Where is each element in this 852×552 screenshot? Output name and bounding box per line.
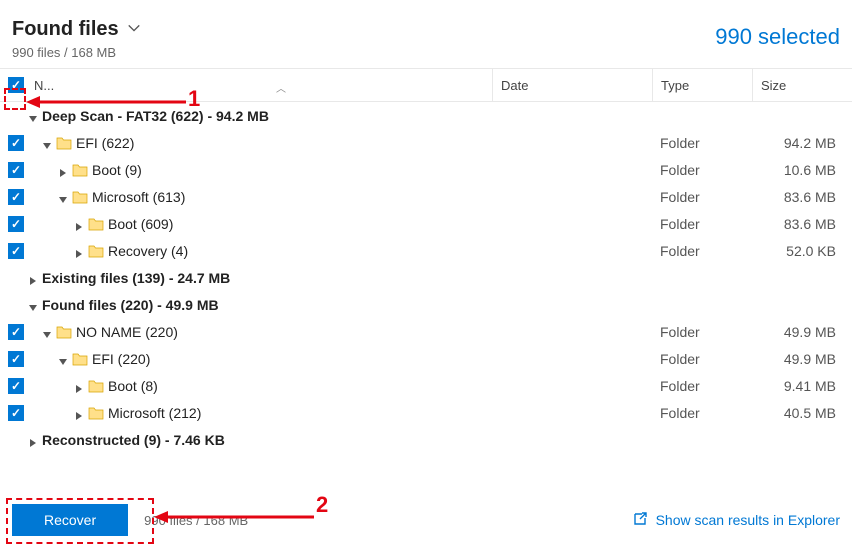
table-row[interactable]: EFI (220) Folder49.9 MB [0, 345, 852, 372]
table-row[interactable]: NO NAME (220) Folder49.9 MB [0, 318, 852, 345]
row-size: 9.41 MB [752, 372, 852, 399]
row-type: Folder [652, 183, 752, 210]
folder-icon [72, 190, 88, 204]
recover-button[interactable]: Recover [12, 504, 128, 536]
row-size: 49.9 MB [752, 318, 852, 345]
group-label: Deep Scan - FAT32 (622) - 94.2 MB [42, 108, 269, 124]
triangle-right-icon[interactable] [28, 435, 38, 445]
title-dropdown[interactable]: Found files [12, 18, 141, 41]
row-name: Boot (9) [92, 162, 142, 178]
folder-icon [56, 136, 72, 150]
table-row[interactable]: Boot (8) Folder9.41 MB [0, 372, 852, 399]
row-size: 83.6 MB [752, 183, 852, 210]
folder-icon [72, 163, 88, 177]
table-row[interactable]: Boot (9) Folder10.6 MB [0, 156, 852, 183]
triangle-right-icon[interactable] [58, 165, 68, 175]
triangle-down-icon[interactable] [28, 300, 38, 310]
row-checkbox[interactable] [8, 243, 24, 259]
row-size: 40.5 MB [752, 399, 852, 426]
column-type[interactable]: Type [652, 69, 752, 101]
group-row[interactable]: Found files (220) - 49.9 MB [0, 291, 852, 318]
footer-summary: 990 files / 168 MB [144, 513, 248, 528]
table-row[interactable]: Microsoft (212) Folder40.5 MB [0, 399, 852, 426]
table-header: N... ︿ Date Type Size [0, 68, 852, 102]
row-size: 10.6 MB [752, 156, 852, 183]
row-size: 83.6 MB [752, 210, 852, 237]
folder-icon [72, 352, 88, 366]
header: Found files 990 files / 168 MB 990 selec… [0, 0, 852, 68]
triangle-down-icon[interactable] [42, 327, 52, 337]
folder-icon [88, 217, 104, 231]
row-type: Folder [652, 156, 752, 183]
row-size: 52.0 KB [752, 237, 852, 264]
folder-icon [88, 406, 104, 420]
folder-icon [88, 244, 104, 258]
row-checkbox[interactable] [8, 189, 24, 205]
row-name: Microsoft (613) [92, 189, 185, 205]
triangle-right-icon[interactable] [74, 381, 84, 391]
row-checkbox[interactable] [8, 216, 24, 232]
sort-caret-icon: ︿ [276, 80, 286, 95]
row-size: 94.2 MB [752, 129, 852, 156]
triangle-down-icon[interactable] [58, 354, 68, 364]
group-label: Reconstructed (9) - 7.46 KB [42, 432, 225, 448]
group-row[interactable]: Reconstructed (9) - 7.46 KB [0, 426, 852, 453]
selected-count: 990 selected [715, 18, 840, 50]
folder-icon [56, 325, 72, 339]
select-all-cell [0, 77, 28, 93]
column-date[interactable]: Date [492, 69, 652, 101]
table-row[interactable]: Microsoft (613) Folder83.6 MB [0, 183, 852, 210]
row-name: Microsoft (212) [108, 405, 201, 421]
table-row[interactable]: Recovery (4) Folder52.0 KB [0, 237, 852, 264]
footer-link-label: Show scan results in Explorer [656, 512, 840, 528]
row-type: Folder [652, 129, 752, 156]
row-checkbox[interactable] [8, 405, 24, 421]
table-row[interactable]: EFI (622) Folder94.2 MB [0, 129, 852, 156]
row-size: 49.9 MB [752, 345, 852, 372]
chevron-down-icon [127, 21, 141, 38]
header-left: Found files 990 files / 168 MB [12, 18, 141, 60]
group-label: Existing files (139) - 24.7 MB [42, 270, 230, 286]
triangle-down-icon[interactable] [58, 192, 68, 202]
column-name[interactable]: N... ︿ [28, 78, 492, 93]
folder-icon [88, 379, 104, 393]
row-type: Folder [652, 237, 752, 264]
row-type: Folder [652, 210, 752, 237]
row-checkbox[interactable] [8, 378, 24, 394]
table-row[interactable]: Boot (609) Folder83.6 MB [0, 210, 852, 237]
footer: Recover 990 files / 168 MB Show scan res… [0, 504, 852, 536]
group-label: Found files (220) - 49.9 MB [42, 297, 219, 313]
select-all-checkbox[interactable] [8, 77, 24, 93]
triangle-down-icon[interactable] [42, 138, 52, 148]
row-name: EFI (220) [92, 351, 150, 367]
group-row[interactable]: Existing files (139) - 24.7 MB [0, 264, 852, 291]
row-name: Recovery (4) [108, 243, 188, 259]
column-name-label: N... [34, 78, 54, 93]
group-row[interactable]: Deep Scan - FAT32 (622) - 94.2 MB [0, 102, 852, 129]
header-subtitle: 990 files / 168 MB [12, 45, 141, 60]
row-checkbox[interactable] [8, 135, 24, 151]
row-type: Folder [652, 372, 752, 399]
triangle-right-icon[interactable] [74, 246, 84, 256]
row-type: Folder [652, 345, 752, 372]
row-name: Boot (8) [108, 378, 158, 394]
row-name: Boot (609) [108, 216, 173, 232]
triangle-down-icon[interactable] [28, 111, 38, 121]
triangle-right-icon[interactable] [74, 408, 84, 418]
show-in-explorer-link[interactable]: Show scan results in Explorer [632, 511, 840, 530]
row-type: Folder [652, 399, 752, 426]
page-title: Found files [12, 18, 119, 41]
row-checkbox[interactable] [8, 162, 24, 178]
row-checkbox[interactable] [8, 351, 24, 367]
triangle-right-icon[interactable] [28, 273, 38, 283]
external-link-icon [632, 511, 648, 530]
triangle-right-icon[interactable] [74, 219, 84, 229]
column-size[interactable]: Size [752, 69, 852, 101]
row-name: NO NAME (220) [76, 324, 178, 340]
row-type: Folder [652, 318, 752, 345]
row-name: EFI (622) [76, 135, 134, 151]
row-checkbox[interactable] [8, 324, 24, 340]
